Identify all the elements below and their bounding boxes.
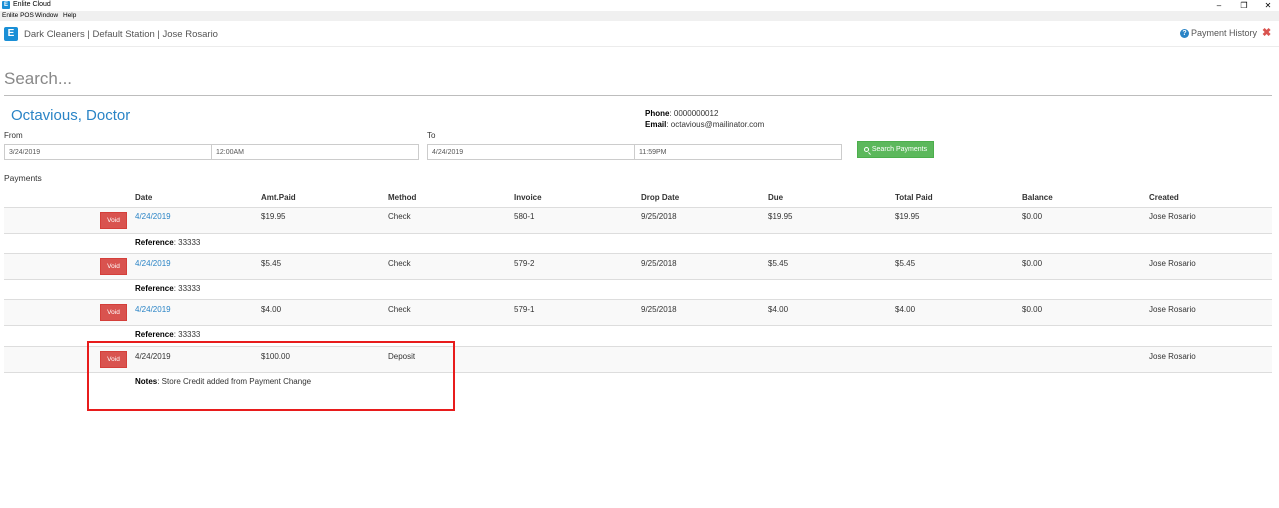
- due-cell: $4.00: [768, 305, 789, 314]
- payment-history-link[interactable]: ? Payment History: [1180, 28, 1257, 38]
- reference-label: Reference: [135, 330, 174, 339]
- reference-value: : 33333: [173, 238, 201, 247]
- method-cell: Deposit: [388, 352, 416, 361]
- payment-date-cell: 4/24/2019: [135, 352, 171, 361]
- email-value: octavious@mailinator.com: [670, 120, 765, 129]
- enlite-app-icon: E: [2, 1, 10, 9]
- drop-date-cell: 9/25/2018: [641, 212, 677, 221]
- phone-value: 0000000012: [673, 109, 719, 118]
- total-paid-cell: $5.45: [895, 259, 916, 268]
- column-header-total-paid: Total Paid: [895, 193, 933, 202]
- to-date-input[interactable]: [427, 144, 635, 160]
- column-header-created: Created: [1149, 193, 1179, 202]
- search-input[interactable]: [4, 62, 1272, 96]
- email-label: Email: [645, 120, 667, 129]
- reference-value: : 33333: [173, 330, 201, 339]
- menu-item-window[interactable]: Window: [35, 12, 58, 19]
- payment-date-link[interactable]: 4/24/2019: [135, 305, 171, 314]
- to-time-input[interactable]: [634, 144, 842, 160]
- table-row: [4, 346, 1272, 372]
- due-cell: $5.45: [768, 259, 789, 268]
- column-header-date: Date: [135, 193, 153, 202]
- column-header-drop-date: Drop Date: [641, 193, 680, 202]
- created-cell: Jose Rosario: [1149, 259, 1196, 268]
- table-row: [4, 253, 1272, 279]
- method-cell: Check: [388, 259, 411, 268]
- column-header-amt-paid: Amt.Paid: [261, 193, 296, 202]
- drop-date-cell: 9/25/2018: [641, 259, 677, 268]
- to-label: To: [427, 131, 436, 140]
- column-header-due: Due: [768, 193, 784, 202]
- reference-value: : 33333: [173, 284, 201, 293]
- menu-bar: Enlite POS Window Help: [0, 11, 1279, 21]
- phone-label: Phone: [645, 109, 670, 118]
- void-button[interactable]: Void: [100, 304, 127, 321]
- customer-name: Octavious, Doctor: [11, 107, 131, 124]
- balance-cell: $0.00: [1022, 212, 1043, 221]
- method-cell: Check: [388, 212, 411, 221]
- breadcrumb: Dark Cleaners | Default Station | Jose R…: [24, 29, 218, 40]
- due-cell: $19.95: [768, 212, 793, 221]
- window-titlebar: E Enlite Cloud – ❐ ✕: [0, 0, 1279, 11]
- notes-label: Notes: [135, 377, 158, 386]
- from-label: From: [4, 131, 23, 140]
- total-paid-cell: $19.95: [895, 212, 920, 221]
- enlite-logo-icon[interactable]: E: [4, 27, 18, 41]
- column-header-balance: Balance: [1022, 193, 1053, 202]
- payment-date-link[interactable]: 4/24/2019: [135, 259, 171, 268]
- void-button[interactable]: Void: [100, 258, 127, 275]
- search-icon: [863, 147, 869, 152]
- reference-text: Reference: 33333: [135, 238, 200, 247]
- payment-history-label: Payment History: [1191, 28, 1258, 38]
- drop-date-cell: 9/25/2018: [641, 305, 677, 314]
- column-header-method: Method: [388, 193, 417, 202]
- reference-label: Reference: [135, 238, 174, 247]
- close-icon[interactable]: ✖: [1262, 26, 1271, 39]
- minimize-icon[interactable]: –: [1208, 0, 1230, 11]
- total-paid-cell: $4.00: [895, 305, 916, 314]
- payment-date-link[interactable]: 4/24/2019: [135, 212, 171, 221]
- amt-paid-cell: $100.00: [261, 352, 290, 361]
- reference-label: Reference: [135, 284, 174, 293]
- amt-paid-cell: $4.00: [261, 305, 282, 314]
- table-row: [4, 299, 1272, 325]
- window-close-icon[interactable]: ✕: [1257, 0, 1279, 11]
- menu-item-enlite-pos[interactable]: Enlite POS: [2, 12, 34, 19]
- void-button[interactable]: Void: [100, 351, 127, 368]
- customer-phone: Phone: 0000000012: [645, 109, 719, 118]
- payments-title: Payments: [4, 173, 42, 183]
- column-header-invoice: Invoice: [514, 193, 542, 202]
- invoice-cell: 579-1: [514, 305, 535, 314]
- created-cell: Jose Rosario: [1149, 352, 1196, 361]
- customer-email: Email: octavious@mailinator.com: [645, 120, 765, 129]
- window-title: Enlite Cloud: [13, 1, 51, 8]
- created-cell: Jose Rosario: [1149, 212, 1196, 221]
- reference-text: Reference: 33333: [135, 330, 200, 339]
- app-header: E Dark Cleaners | Default Station | Jose…: [0, 21, 1279, 47]
- table-row: [4, 207, 1272, 233]
- menu-item-help[interactable]: Help: [63, 12, 76, 19]
- invoice-cell: 579-2: [514, 259, 535, 268]
- void-button[interactable]: Void: [100, 212, 127, 229]
- method-cell: Check: [388, 305, 411, 314]
- notes-text: Notes: Store Credit added from Payment C…: [135, 377, 311, 386]
- invoice-cell: 580-1: [514, 212, 535, 221]
- amt-paid-cell: $5.45: [261, 259, 282, 268]
- restore-icon[interactable]: ❐: [1233, 0, 1255, 11]
- balance-cell: $0.00: [1022, 305, 1043, 314]
- created-cell: Jose Rosario: [1149, 305, 1196, 314]
- search-payments-label: Search Payments: [871, 146, 928, 153]
- from-date-input[interactable]: [4, 144, 212, 160]
- notes-value: : Store Credit added from Payment Change: [157, 377, 312, 386]
- balance-cell: $0.00: [1022, 259, 1043, 268]
- from-time-input[interactable]: [211, 144, 419, 160]
- search-payments-button[interactable]: Search Payments: [857, 141, 934, 158]
- reference-text: Reference: 33333: [135, 284, 200, 293]
- question-circle-icon: ?: [1180, 28, 1189, 38]
- amt-paid-cell: $19.95: [261, 212, 286, 221]
